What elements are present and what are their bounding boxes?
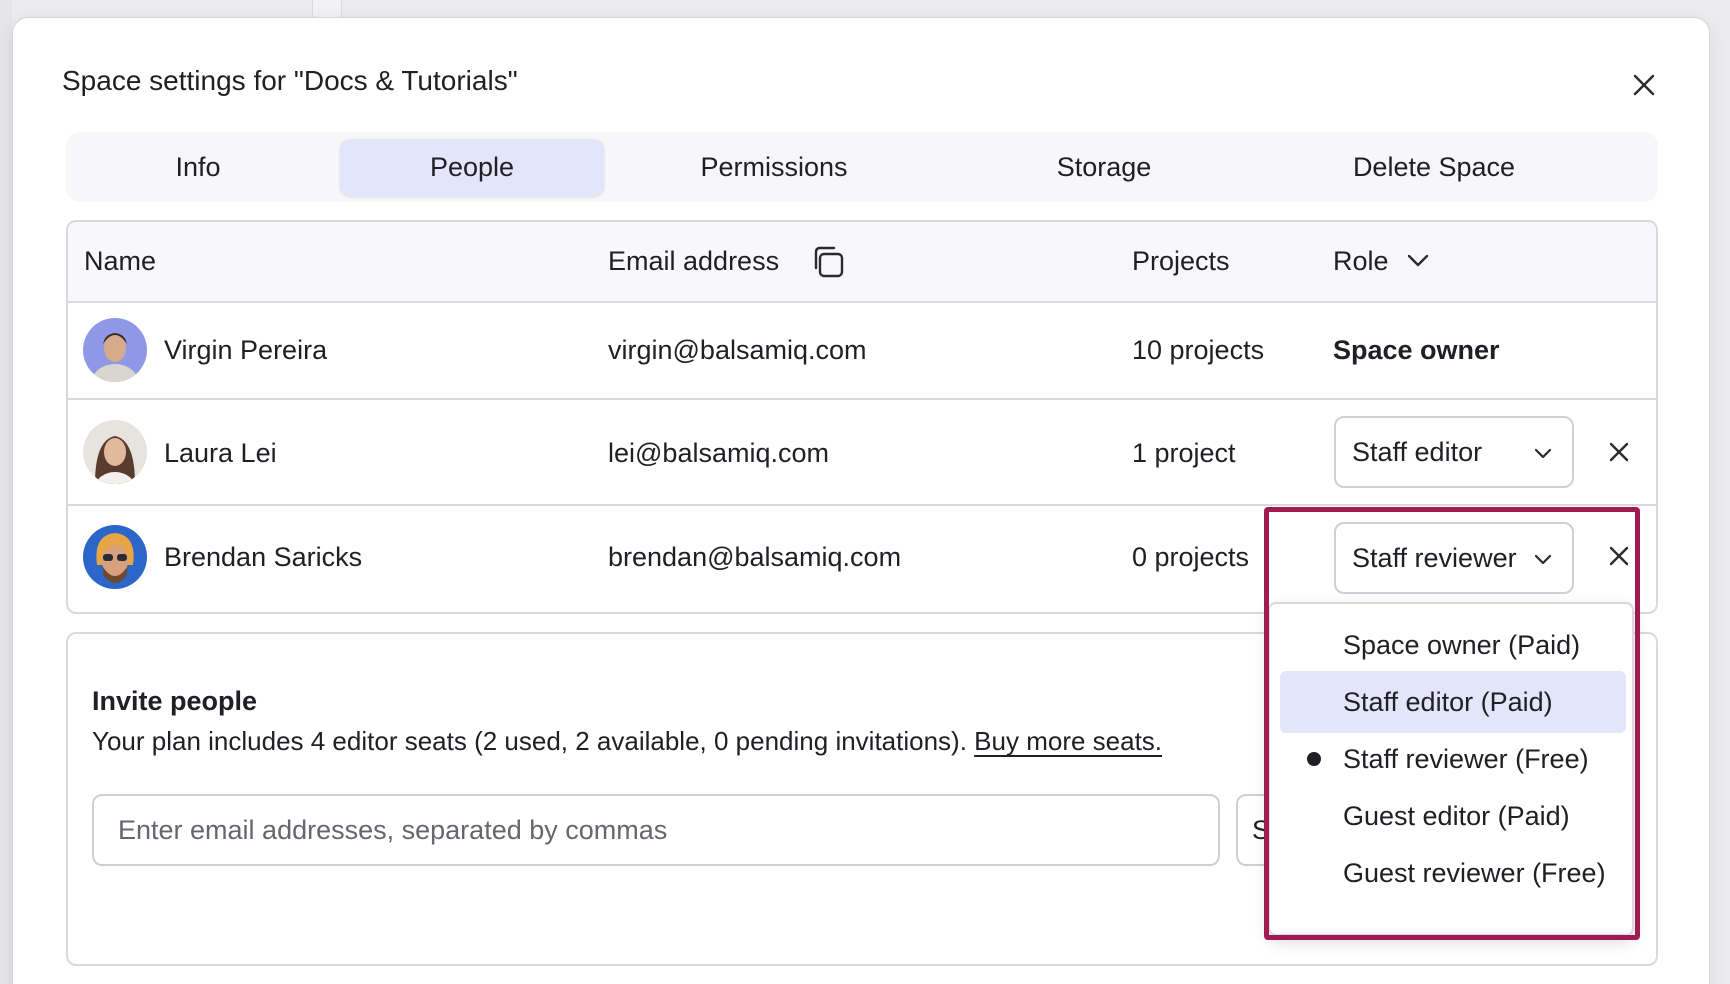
option-label: Guest reviewer (Free) [1343, 857, 1606, 888]
option-label: Guest editor (Paid) [1343, 800, 1570, 831]
role-option-staff-reviewer[interactable]: Staff reviewer (Free) [1280, 728, 1626, 790]
member-email: virgin@balsamiq.com [608, 335, 867, 365]
copy-icon [814, 246, 844, 278]
role-sort-button[interactable]: Role [1333, 246, 1431, 277]
background-divider [312, 0, 342, 18]
avatar [83, 420, 147, 484]
table-header: Name Email address Projects Role [68, 222, 1656, 303]
column-header-projects: Projects [1132, 246, 1230, 276]
table-row: Virgin Pereira virgin@balsamiq.com 10 pr… [68, 303, 1656, 400]
column-header-email: Email address [608, 246, 780, 276]
role-option-space-owner[interactable]: Space owner (Paid) [1280, 614, 1626, 676]
avatar [83, 318, 147, 382]
option-label: Space owner (Paid) [1343, 629, 1581, 660]
tab-info[interactable]: Info [66, 139, 330, 196]
close-button[interactable] [1627, 68, 1661, 102]
member-name: Laura Lei [164, 438, 277, 468]
option-label: Staff editor (Paid) [1343, 686, 1553, 717]
role-select[interactable]: Staff reviewer [1334, 522, 1574, 594]
member-email: brendan@balsamiq.com [608, 542, 902, 572]
selected-dot-icon [1307, 752, 1321, 766]
tab-delete-space[interactable]: Delete Space [1274, 139, 1594, 196]
tab-label: Permissions [700, 152, 848, 182]
role-select[interactable]: Staff editor [1334, 416, 1574, 488]
close-icon [1633, 74, 1655, 96]
role-select-value: Staff reviewer [1352, 542, 1517, 573]
role-option-guest-editor[interactable]: Guest editor (Paid) [1280, 785, 1626, 847]
close-icon [1609, 546, 1629, 566]
background-app [0, 0, 1730, 18]
table-row: Laura Lei lei@balsamiq.com 1 project Sta… [68, 400, 1656, 506]
table-row: Brendan Saricks brendan@balsamiq.com 0 p… [68, 506, 1656, 612]
member-name: Brendan Saricks [164, 542, 363, 572]
chevron-down-icon [1534, 554, 1552, 565]
invite-description: Your plan includes 4 editor seats (2 use… [92, 726, 1162, 757]
buy-more-seats-link[interactable]: Buy more seats. [974, 726, 1162, 756]
chevron-down-icon [1534, 448, 1552, 459]
column-header-role: Role [1333, 246, 1389, 276]
role-select-value: Staff editor [1352, 436, 1483, 467]
member-projects: 10 projects [1132, 335, 1265, 365]
option-label: Staff reviewer (Free) [1343, 743, 1589, 774]
member-role: Space owner [1333, 335, 1500, 365]
column-header-name: Name [84, 246, 157, 276]
member-projects: 1 project [1132, 438, 1236, 468]
role-option-staff-editor[interactable]: Staff editor (Paid) [1280, 671, 1626, 733]
seat-summary: Your plan includes 4 editor seats (2 use… [92, 726, 967, 756]
member-email: lei@balsamiq.com [608, 438, 829, 468]
invite-email-input[interactable] [92, 794, 1220, 866]
tab-label: Storage [1056, 152, 1152, 182]
tab-label: Delete Space [1352, 152, 1516, 182]
member-projects: 0 projects [1132, 542, 1250, 572]
remove-member-button[interactable] [1605, 438, 1633, 466]
avatar [83, 525, 147, 589]
tab-permissions[interactable]: Permissions [614, 139, 934, 196]
copy-emails-button[interactable] [808, 242, 848, 287]
remove-member-button[interactable] [1605, 542, 1633, 570]
role-option-guest-reviewer[interactable]: Guest reviewer (Free) [1280, 842, 1626, 904]
tab-label: Info [175, 152, 221, 182]
people-table: Name Email address Projects Role Virgin … [66, 220, 1658, 614]
tab-storage[interactable]: Storage [944, 139, 1264, 196]
invite-title: Invite people [92, 686, 258, 716]
close-icon [1609, 442, 1629, 462]
chevron-down-icon [1407, 254, 1429, 267]
role-dropdown-menu: Space owner (Paid) Staff editor (Paid) S… [1268, 602, 1634, 936]
background-sidebar [0, 0, 12, 984]
tab-label: People [429, 152, 515, 182]
settings-tabs: Info People Permissions Storage Delete S… [66, 132, 1658, 202]
tab-people[interactable]: People [340, 139, 604, 196]
dialog-title: Space settings for "Docs & Tutorials" [62, 65, 518, 96]
member-name: Virgin Pereira [164, 335, 328, 365]
